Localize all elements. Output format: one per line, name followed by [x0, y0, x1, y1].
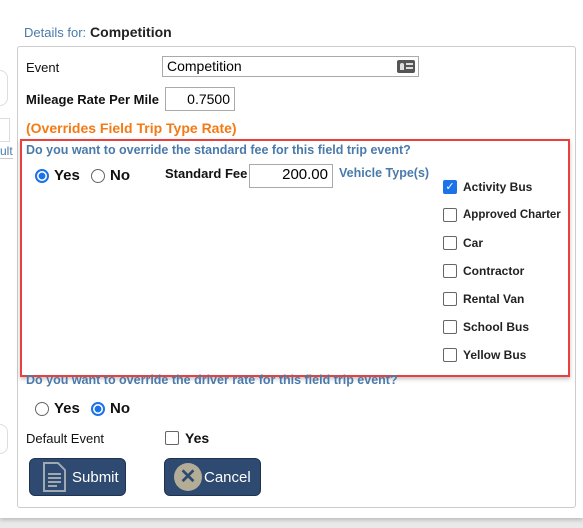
page-title: Details for: Competition — [24, 24, 172, 40]
document-icon — [43, 462, 66, 492]
event-label: Event — [26, 60, 60, 75]
submit-button[interactable]: Submit — [29, 458, 126, 496]
vehicle-school-bus[interactable]: School Bus — [443, 313, 568, 341]
checkmark-icon: ✓ — [443, 180, 457, 194]
mileage-label: Mileage Rate Per Mile — [26, 92, 159, 107]
contact-card-icon[interactable] — [397, 60, 415, 73]
background-fragment — [0, 118, 10, 142]
background-link-fragment: ult — [0, 144, 13, 159]
vehicle-rental-van[interactable]: Rental Van — [443, 285, 568, 313]
vehicle-yellow-bus[interactable]: Yellow Bus — [443, 341, 568, 369]
vehicle-list: ✓ Activity Bus Approved Charter Car Contr… — [443, 173, 568, 369]
background-fragment — [0, 424, 8, 454]
driver-question: Do you want to override the driver rate … — [26, 373, 398, 387]
default-event-label: Default Event — [26, 431, 105, 446]
page: ult Details for: Competition Event Compe… — [0, 0, 583, 518]
fee-no-radio[interactable]: No — [91, 167, 130, 184]
standard-fee-label: Standard Fee — [165, 166, 248, 181]
standard-fee-input[interactable]: 200.00 — [249, 164, 333, 188]
vehicle-car[interactable]: Car — [443, 229, 568, 257]
vehicle-types-label: Vehicle Type(s) — [339, 166, 430, 180]
vehicle-contractor[interactable]: Contractor — [443, 257, 568, 285]
vehicle-activity-bus[interactable]: ✓ Activity Bus — [443, 173, 568, 201]
vehicle-approved-charter[interactable]: Approved Charter — [443, 201, 568, 229]
background-fragment — [0, 70, 8, 106]
close-icon: ✕ — [174, 463, 202, 491]
driver-no-radio[interactable]: No — [91, 400, 130, 417]
override-note: (Overrides Field Trip Type Rate) — [26, 120, 237, 136]
mileage-rate-input[interactable]: 0.7500 — [165, 87, 235, 111]
cancel-button[interactable]: ✕ Cancel — [164, 458, 261, 496]
fee-question: Do you want to override the standard fee… — [26, 143, 411, 157]
default-event-checkbox[interactable]: Yes — [165, 430, 209, 446]
event-field[interactable]: Competition — [162, 56, 419, 77]
driver-yes-radio[interactable]: Yes — [35, 400, 80, 417]
fee-yes-radio[interactable]: Yes — [35, 167, 80, 184]
